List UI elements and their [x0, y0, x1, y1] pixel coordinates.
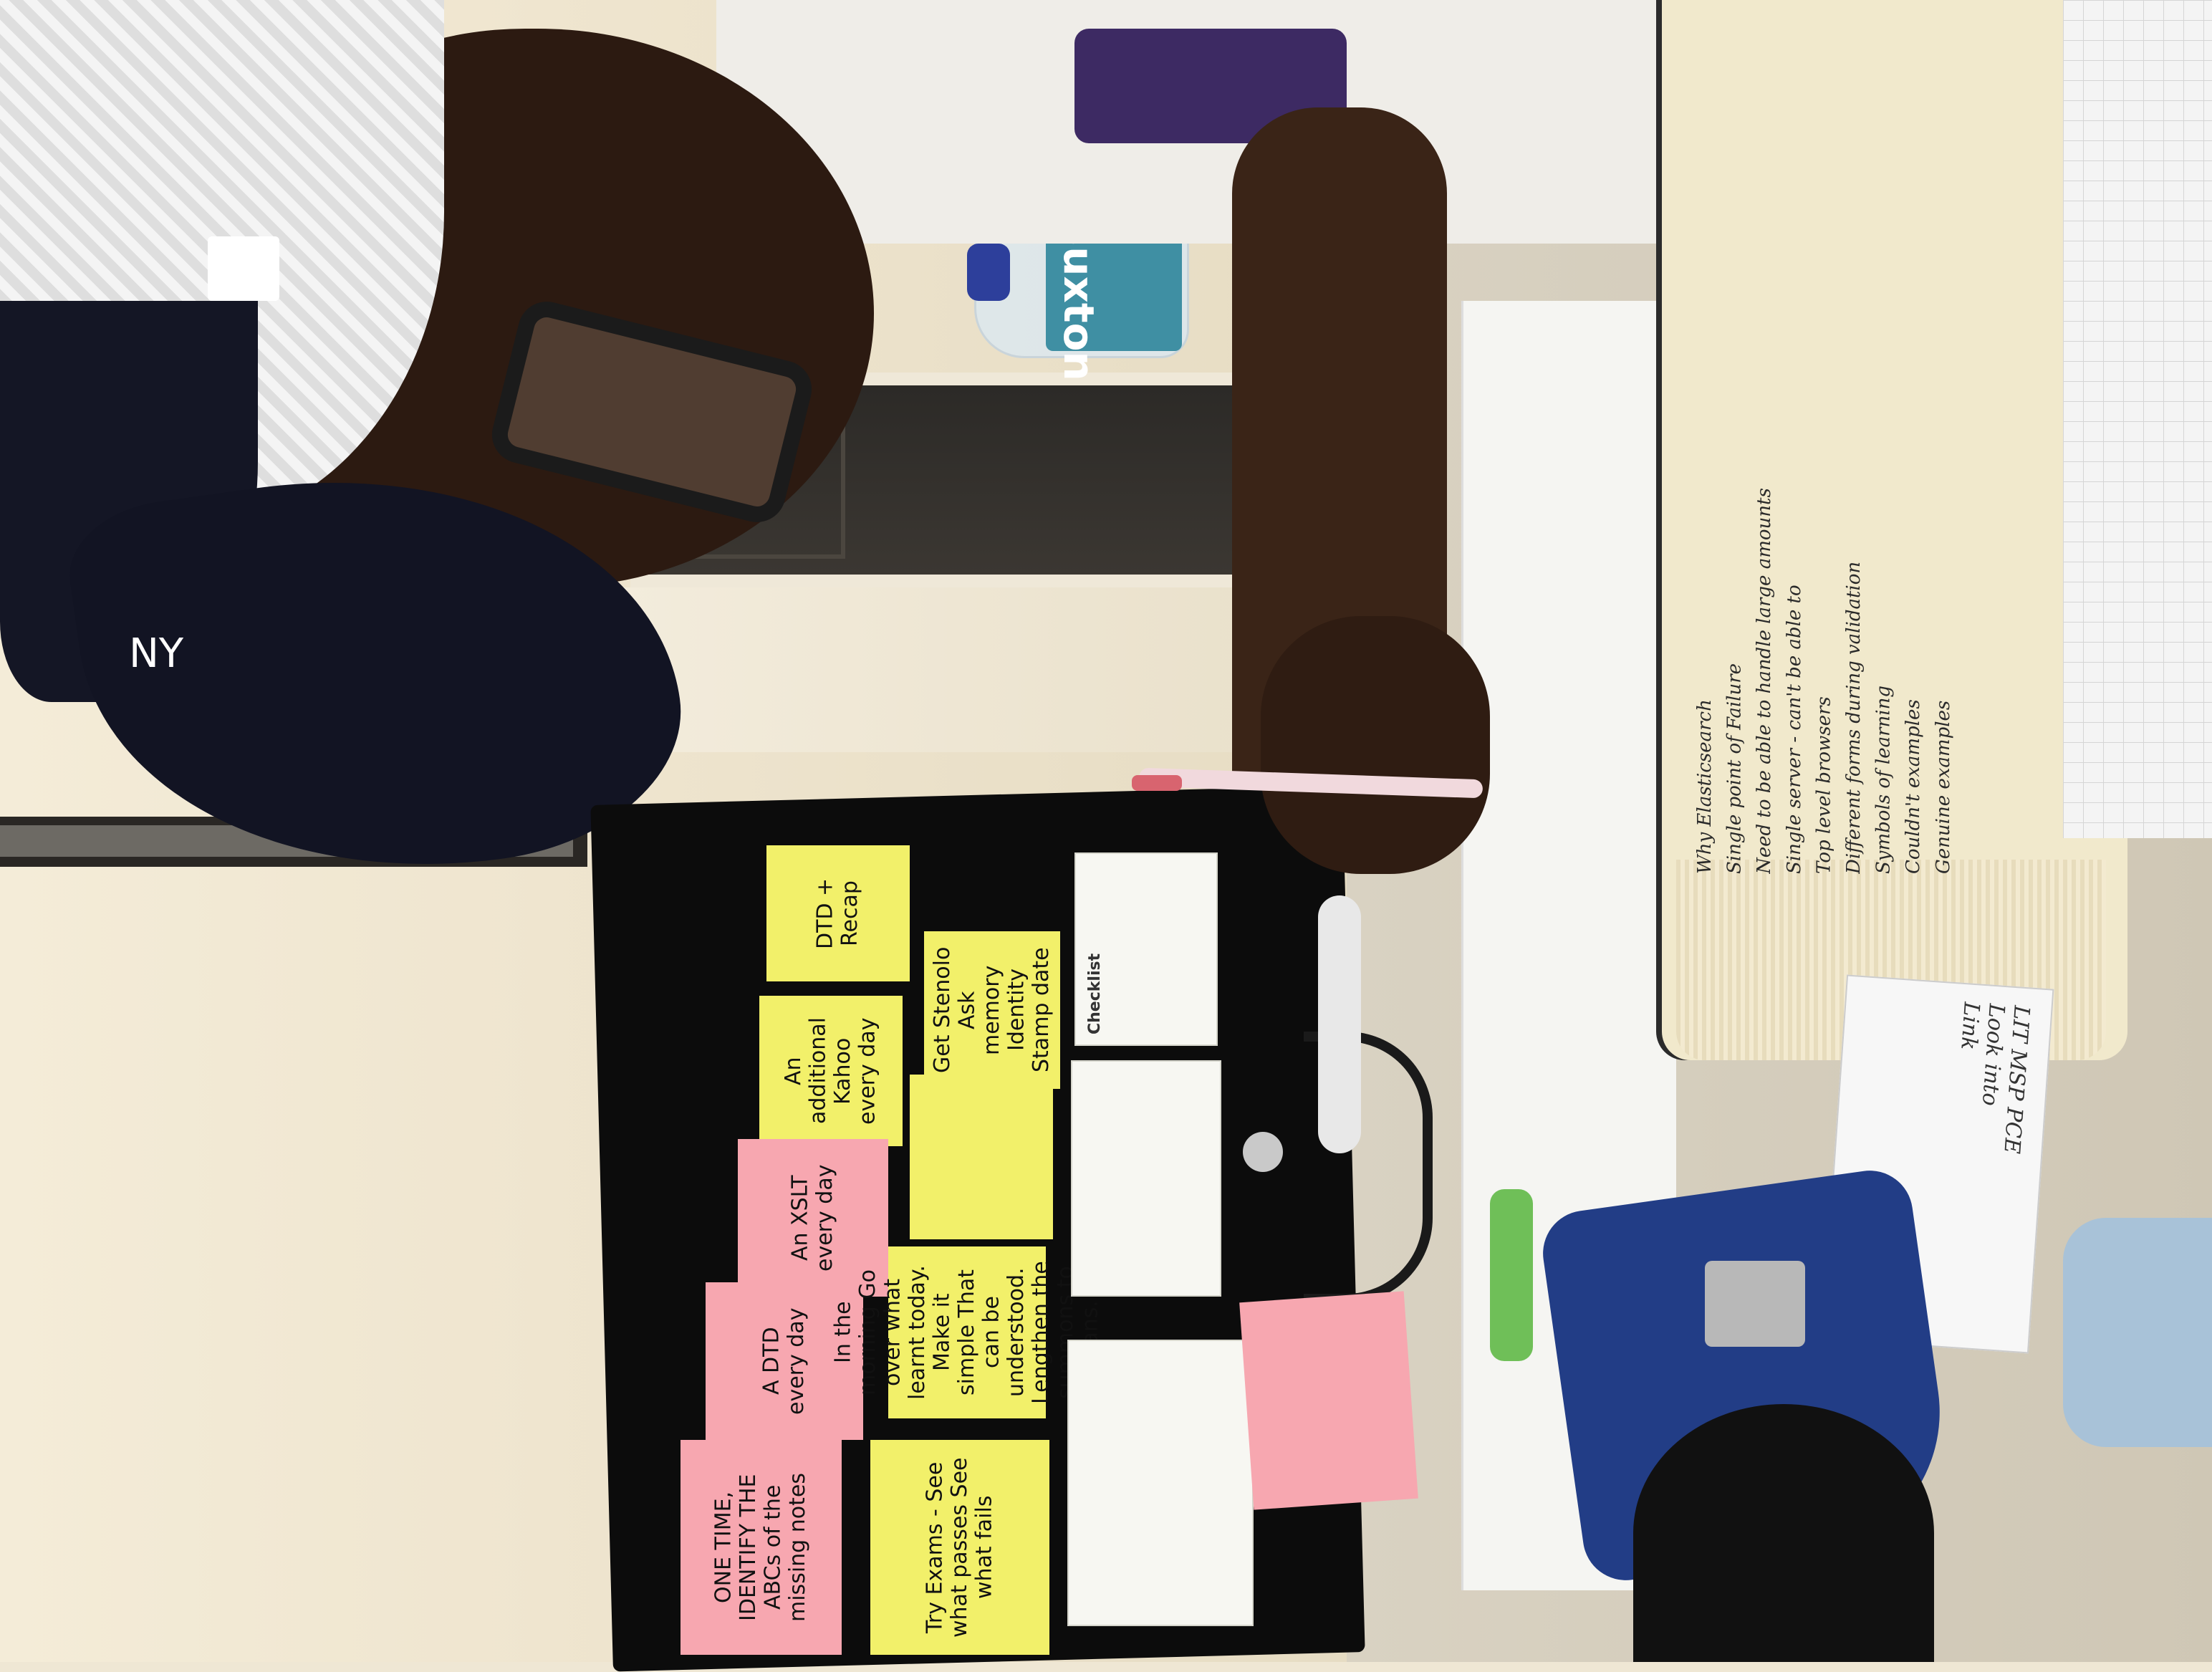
notebook-line: Single server - can't be able to [1783, 585, 1805, 874]
cap-badge-icon [208, 236, 279, 301]
pen [1318, 895, 1361, 1153]
person-hand [1261, 616, 1490, 874]
door-frame [616, 587, 1304, 752]
notes-card [1071, 1060, 1221, 1297]
cap-logo-text: NY [129, 630, 184, 677]
card-title: Checklist [1086, 953, 1104, 1034]
topics-card [1067, 1340, 1254, 1626]
stapler-mechanism [1705, 1261, 1805, 1347]
notebook-handwriting: Why Elasticsearch Single point of Failur… [1691, 29, 2092, 874]
notebook-line: Single point of Failure [1723, 663, 1746, 874]
notebook-line: Different forms during validation [1842, 561, 1865, 874]
sticky-note [1239, 1291, 1418, 1510]
grid-notepad [2063, 0, 2212, 838]
sticky-note [910, 1075, 1053, 1239]
sticky-note: ONE TIME, IDENTIFY THE ABCs of the missi… [681, 1440, 842, 1655]
sticky-note: In the morning Go over what learnt today… [830, 1246, 1102, 1418]
pen-tip [1132, 775, 1182, 791]
bottle-cap [967, 244, 1010, 301]
hp-logo-icon [1243, 1132, 1283, 1172]
plastic-bag [2063, 1218, 2212, 1447]
sticky-note: An additional Kahoo every day [759, 996, 903, 1146]
green-highlighter [1490, 1189, 1533, 1361]
black-mug [1633, 1404, 1934, 1662]
notebook-line: Genuine examples [1932, 700, 1954, 874]
notebook-line: Symbols of learning [1872, 686, 1895, 874]
sticky-note: Try Exams - See what passes See what fai… [870, 1440, 1049, 1655]
notebook-line: Couldn't examples [1903, 699, 1925, 874]
notebook-line: Top level browsers [1813, 696, 1835, 874]
notebook-line: Why Elasticsearch [1694, 699, 1716, 874]
checklist-card: Checklist [1074, 852, 1218, 1046]
notebook-line: Need to be able to handle large amounts [1754, 488, 1776, 874]
sticky-note: Get Stenolo Ask memory Identity Stamp da… [924, 931, 1060, 1089]
sticky-note: DTD + Recap [766, 845, 910, 981]
